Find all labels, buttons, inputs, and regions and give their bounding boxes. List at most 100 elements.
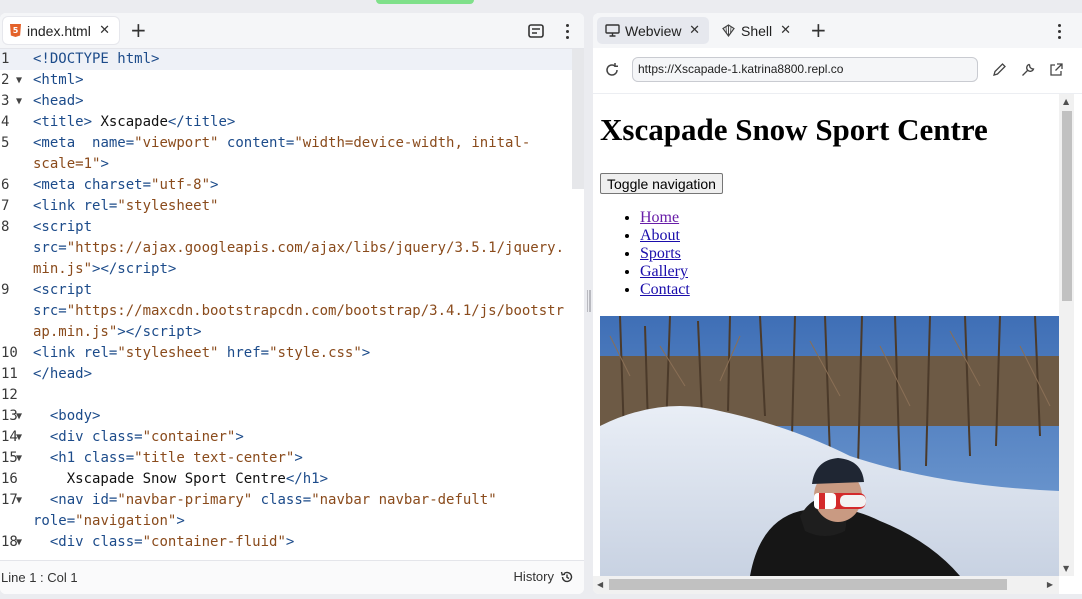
line-number: 5	[1, 135, 10, 151]
line-number: 2	[1, 72, 10, 88]
close-icon[interactable]: ✕	[780, 23, 791, 38]
line-number: 10	[1, 345, 18, 361]
pane-resize-handle[interactable]	[587, 290, 592, 312]
code-text: <!DOCTYPE html>	[33, 51, 160, 67]
code-text: <meta name="viewport" content="width=dev…	[33, 135, 531, 151]
fold-toggle-icon[interactable]: ▼	[16, 91, 22, 112]
format-icon[interactable]	[528, 24, 544, 38]
code-text: <script	[33, 219, 93, 235]
fold-toggle-icon[interactable]: ▼	[16, 448, 22, 469]
webview-vertical-scrollbar[interactable]: ▲ ▼	[1059, 94, 1074, 576]
code-line[interactable]: 10 <link rel="stylesheet" href="style.css…	[0, 343, 584, 364]
cursor-position: Line 1 : Col 1	[1, 570, 78, 585]
code-text: ap.min.js"></script>	[33, 324, 202, 340]
webview-viewport: Xscapade Snow Sport Centre Toggle naviga…	[593, 94, 1059, 576]
horizontal-scroll-thumb[interactable]	[609, 579, 1007, 590]
code-line[interactable]: 8 <script	[0, 217, 584, 238]
code-line[interactable]: 2 ▼ <html>	[0, 70, 584, 91]
monitor-icon	[605, 24, 620, 37]
nav-link-gallery[interactable]: Gallery	[640, 263, 688, 280]
history-label: History	[513, 569, 554, 584]
code-text: <h1 class="title text-center">	[49, 450, 303, 466]
code-line[interactable]: 13 ▼ <body>	[0, 406, 584, 427]
code-text: <nav id="navbar-primary" class="navbar n…	[49, 492, 497, 508]
editor-tab-bar: 5 index.html ✕ +	[0, 13, 584, 49]
code-line[interactable]: 15 ▼ <h1 class="title text-center">	[0, 448, 584, 469]
close-icon[interactable]: ✕	[689, 23, 700, 38]
code-line[interactable]: 6 <meta charset="utf-8">	[0, 175, 584, 196]
code-line[interactable]: 3 ▼ <head>	[0, 91, 584, 112]
code-editor[interactable]: 1 <!DOCTYPE html> 2 ▼ <html> 3 ▼ <head> 4 <title>…	[0, 49, 584, 561]
code-line[interactable]: role="navigation">	[0, 511, 584, 532]
code-text: <title> Xscapade</title>	[33, 114, 236, 130]
snowboarder-photo	[600, 316, 1059, 576]
code-text: <body>	[49, 408, 101, 424]
nav-link-contact[interactable]: Contact	[640, 281, 690, 298]
nav-link-about[interactable]: About	[640, 227, 680, 244]
nav-item-contact: Contact	[640, 281, 690, 299]
refresh-icon[interactable]	[604, 62, 620, 78]
code-line[interactable]: 17 ▼ <nav id="navbar-primary" class="navb…	[0, 490, 584, 511]
fold-toggle-icon[interactable]: ▼	[16, 427, 22, 448]
devtools-wrench-icon[interactable]	[1020, 62, 1036, 78]
line-number: 18	[1, 534, 18, 550]
tab-webview[interactable]: Webview ✕	[597, 17, 709, 44]
line-number: 9	[1, 282, 10, 298]
page-nav: Home About Sports Gallery Contact	[600, 209, 690, 299]
code-text: <link rel="stylesheet"	[33, 198, 219, 214]
open-new-tab-icon[interactable]	[1048, 62, 1064, 78]
run-status-indicator	[376, 0, 474, 4]
nav-link-sports[interactable]: Sports	[640, 245, 681, 262]
code-line[interactable]: 4 <title> Xscapade</title>	[0, 112, 584, 133]
url-input[interactable]: https://Xscapade-1.katrina8800.repl.co	[632, 57, 978, 82]
code-line[interactable]: 11 </head>	[0, 364, 584, 385]
code-line[interactable]: min.js"></script>	[0, 259, 584, 280]
line-number: 3	[1, 93, 10, 109]
code-line[interactable]: 5 <meta name="viewport" content="width=de…	[0, 133, 584, 154]
add-tab-icon[interactable]: +	[810, 20, 827, 40]
line-number: 11	[1, 366, 18, 382]
fold-toggle-icon[interactable]: ▼	[16, 406, 22, 427]
code-text: <div class="container">	[49, 429, 244, 445]
code-line[interactable]: 7 <link rel="stylesheet"	[0, 196, 584, 217]
shell-icon	[722, 24, 735, 37]
fold-toggle-icon[interactable]: ▼	[16, 70, 22, 91]
vertical-scroll-thumb[interactable]	[1062, 111, 1072, 301]
more-options-icon[interactable]	[1058, 24, 1062, 39]
more-options-icon[interactable]	[566, 24, 570, 39]
fold-toggle-icon[interactable]: ▼	[16, 532, 22, 553]
fold-toggle-icon[interactable]: ▼	[16, 490, 22, 511]
code-line[interactable]: src="https://ajax.googleapis.com/ajax/li…	[0, 238, 584, 259]
code-line[interactable]: 1 <!DOCTYPE html>	[0, 49, 584, 70]
edit-icon[interactable]	[991, 62, 1007, 78]
file-tab-label: index.html	[27, 22, 91, 39]
code-text: <head>	[33, 93, 84, 109]
code-line[interactable]: 9 <script	[0, 280, 584, 301]
code-text: <meta charset="utf-8">	[33, 177, 219, 193]
code-line[interactable]: 16 Xscapade Snow Sport Centre</h1>	[0, 469, 584, 490]
code-line[interactable]: 14 ▼ <div class="container">	[0, 427, 584, 448]
line-number: 17	[1, 492, 18, 508]
tab-shell[interactable]: Shell ✕	[715, 17, 797, 44]
nav-link-home[interactable]: Home	[640, 209, 679, 226]
code-line[interactable]: 18 ▼ <div class="container-fluid">	[0, 532, 584, 553]
webview-horizontal-scrollbar[interactable]: ◀ ▶	[593, 576, 1059, 594]
code-text: <script	[33, 282, 93, 298]
code-line[interactable]: 12	[0, 385, 584, 406]
line-number: 6	[1, 177, 10, 193]
tab-shell-label: Shell	[741, 22, 773, 39]
webview-pane: Webview ✕ Shell ✕ + https://Xscapade-1.k…	[593, 13, 1082, 594]
code-line[interactable]: scale=1">	[0, 154, 584, 175]
line-number: 1	[1, 51, 10, 67]
toggle-navigation-button[interactable]: Toggle navigation	[600, 173, 723, 194]
editor-scrollbar[interactable]	[572, 49, 584, 189]
editor-pane: 5 index.html ✕ + 1 <!DOCTYPE html> 2 ▼ <html…	[0, 13, 584, 594]
code-text: src="https://ajax.googleapis.com/ajax/li…	[33, 240, 565, 256]
file-tab-index-html[interactable]: 5 index.html ✕	[3, 17, 119, 44]
add-tab-icon[interactable]: +	[130, 20, 147, 40]
code-line[interactable]: src="https://maxcdn.bootstrapcdn.com/boo…	[0, 301, 584, 322]
code-line[interactable]: ap.min.js"></script>	[0, 322, 584, 343]
close-icon[interactable]: ✕	[99, 23, 110, 38]
history-button[interactable]: History	[514, 569, 574, 584]
code-text: min.js"></script>	[33, 261, 177, 277]
